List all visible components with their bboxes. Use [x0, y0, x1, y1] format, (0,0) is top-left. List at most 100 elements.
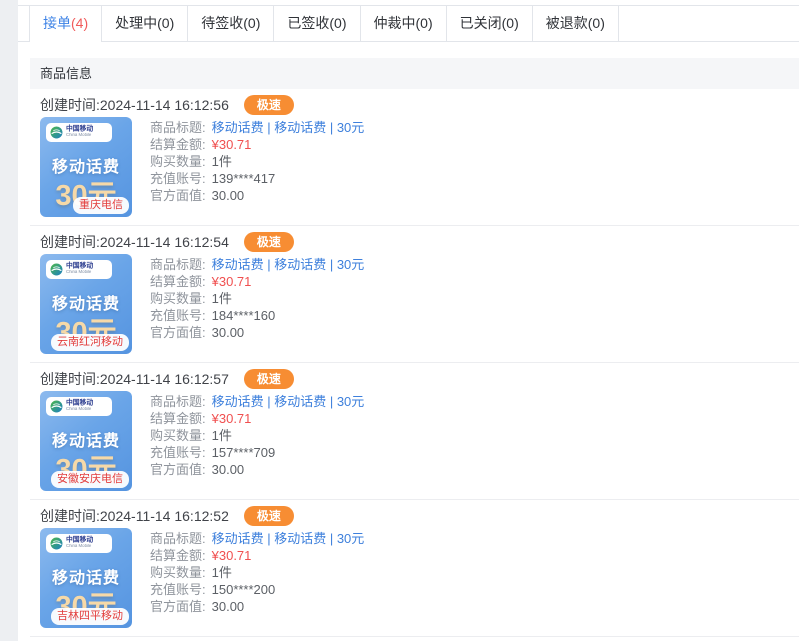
- status-tab[interactable]: 仲裁中(0): [361, 6, 447, 41]
- speed-badge: 极速: [244, 95, 294, 115]
- detail-row-quantity: 购买数量: 1件: [150, 565, 364, 581]
- tab-label: 仲裁中: [374, 15, 416, 31]
- detail-row-amount: 结算金额: ¥30.71: [150, 137, 364, 153]
- face-value: 30.00: [212, 325, 245, 341]
- detail-row-quantity: 购买数量: 1件: [150, 291, 364, 307]
- status-tab[interactable]: 处理中(0): [102, 6, 188, 41]
- detail-row-account: 充值账号: 157****709: [150, 445, 364, 461]
- detail-row-amount: 结算金额: ¥30.71: [150, 411, 364, 427]
- recharge-account-value: 139****417: [212, 171, 276, 187]
- brand-text: 中国移动 China Mobile: [66, 125, 107, 140]
- product-title-link[interactable]: 移动话费 | 移动话费 | 30元: [212, 257, 365, 273]
- order-created-time: 创建时间:2024-11-14 16:12:52: [40, 506, 229, 526]
- tab-count: (0): [243, 15, 260, 31]
- order-row: 创建时间:2024-11-14 16:12:57 极速: [30, 363, 799, 500]
- product-card[interactable]: 中国移动 China Mobile 移动话费 30元 吉林四平移动: [40, 528, 132, 628]
- label-quantity: 购买数量:: [150, 565, 206, 581]
- label-face-value: 官方面值:: [150, 599, 206, 615]
- brand-name-cn: 中国移动: [66, 400, 101, 407]
- status-tab[interactable]: 被退款(0): [533, 6, 619, 41]
- order-time-row: 创建时间:2024-11-14 16:12:52 极速: [40, 507, 799, 525]
- order-time-row: 创建时间:2024-11-14 16:12:54 极速: [40, 233, 799, 251]
- card-region-tag: 重庆电信: [73, 197, 129, 214]
- face-value: 30.00: [212, 462, 245, 478]
- speed-badge: 极速: [244, 232, 294, 252]
- detail-row-face-value: 官方面值: 30.00: [150, 462, 364, 478]
- label-face-value: 官方面值:: [150, 188, 206, 204]
- product-card[interactable]: 中国移动 China Mobile 移动话费 30元 安徽安庆电信: [40, 391, 132, 491]
- status-tab[interactable]: 接单(4): [29, 6, 102, 42]
- quantity-value: 1件: [212, 565, 232, 581]
- detail-row-quantity: 购买数量: 1件: [150, 154, 364, 170]
- brand-name-en: China Mobile: [66, 407, 91, 411]
- brand-name-en: China Mobile: [66, 544, 91, 548]
- label-face-value: 官方面值:: [150, 325, 206, 341]
- order-body: 中国移动 China Mobile 移动话费 30元 云南红河移动 商品标题: …: [40, 254, 799, 354]
- face-value: 30.00: [212, 188, 245, 204]
- label-settle-amount: 结算金额:: [150, 411, 206, 427]
- order-details: 商品标题: 移动话费 | 移动话费 | 30元 结算金额: ¥30.71 购买数…: [150, 254, 364, 342]
- tab-label: 已签收: [287, 15, 329, 31]
- tab-label: 待签收: [201, 15, 243, 31]
- left-gutter: [0, 0, 18, 641]
- detail-row-amount: 结算金额: ¥30.71: [150, 548, 364, 564]
- quantity-value: 1件: [212, 154, 232, 170]
- tab-count: (4): [71, 15, 88, 31]
- tab-count: (0): [157, 15, 174, 31]
- label-quantity: 购买数量:: [150, 428, 206, 444]
- label-product-title: 商品标题:: [150, 531, 206, 547]
- detail-row-account: 充值账号: 139****417: [150, 171, 364, 187]
- label-recharge-account: 充值账号:: [150, 445, 206, 461]
- label-settle-amount: 结算金额:: [150, 274, 206, 290]
- recharge-account-value: 150****200: [212, 582, 276, 598]
- detail-row-title: 商品标题: 移动话费 | 移动话费 | 30元: [150, 120, 364, 136]
- order-created-time: 创建时间:2024-11-14 16:12:54: [40, 232, 229, 252]
- label-settle-amount: 结算金额:: [150, 548, 206, 564]
- order-body: 中国移动 China Mobile 移动话费 30元 重庆电信 商品标题: 移动…: [40, 117, 799, 217]
- product-title-link[interactable]: 移动话费 | 移动话费 | 30元: [212, 394, 365, 410]
- label-product-title: 商品标题:: [150, 120, 206, 136]
- recharge-account-value: 184****160: [212, 308, 276, 324]
- china-mobile-brand-pill: 中国移动 China Mobile: [46, 260, 112, 279]
- detail-row-face-value: 官方面值: 30.00: [150, 188, 364, 204]
- tab-count: (0): [588, 15, 605, 31]
- label-recharge-account: 充值账号:: [150, 582, 206, 598]
- detail-row-quantity: 购买数量: 1件: [150, 428, 364, 444]
- tab-label: 被退款: [546, 15, 588, 31]
- main-panel: 接单(4) 处理中(0) 待签收(0) 已签收(0) 仲裁中(0) 已关闭(0)…: [18, 0, 799, 641]
- tab-count: (0): [502, 15, 519, 31]
- china-mobile-logo-icon: [50, 537, 63, 550]
- tab-label: 已关闭: [460, 15, 502, 31]
- label-product-title: 商品标题:: [150, 394, 206, 410]
- status-tab[interactable]: 待签收(0): [188, 6, 274, 41]
- brand-name-cn: 中国移动: [66, 537, 101, 544]
- brand-name-cn: 中国移动: [66, 263, 101, 270]
- label-product-title: 商品标题:: [150, 257, 206, 273]
- label-settle-amount: 结算金额:: [150, 137, 206, 153]
- product-title-link[interactable]: 移动话费 | 移动话费 | 30元: [212, 531, 365, 547]
- detail-row-account: 充值账号: 150****200: [150, 582, 364, 598]
- china-mobile-logo-icon: [50, 263, 63, 276]
- status-tab[interactable]: 已关闭(0): [447, 6, 533, 41]
- orders-list: 创建时间:2024-11-14 16:12:56 极速: [30, 89, 799, 637]
- product-card[interactable]: 中国移动 China Mobile 移动话费 30元 重庆电信: [40, 117, 132, 217]
- detail-row-face-value: 官方面值: 30.00: [150, 325, 364, 341]
- speed-badge: 极速: [244, 506, 294, 526]
- order-details: 商品标题: 移动话费 | 移动话费 | 30元 结算金额: ¥30.71 购买数…: [150, 117, 364, 205]
- china-mobile-brand-pill: 中国移动 China Mobile: [46, 397, 112, 416]
- china-mobile-logo-icon: [50, 126, 63, 139]
- status-tab[interactable]: 已签收(0): [274, 6, 360, 41]
- recharge-account-value: 157****709: [212, 445, 276, 461]
- label-recharge-account: 充值账号:: [150, 171, 206, 187]
- order-body: 中国移动 China Mobile 移动话费 30元 安徽安庆电信 商品标题: …: [40, 391, 799, 491]
- product-card[interactable]: 中国移动 China Mobile 移动话费 30元 云南红河移动: [40, 254, 132, 354]
- table-header-product-info: 商品信息: [30, 58, 799, 89]
- tab-label: 处理中: [115, 15, 157, 31]
- brand-name-en: China Mobile: [66, 270, 91, 274]
- product-title-link[interactable]: 移动话费 | 移动话费 | 30元: [212, 120, 365, 136]
- brand-text: 中国移动 China Mobile: [66, 262, 107, 277]
- order-created-time: 创建时间:2024-11-14 16:12:56: [40, 95, 229, 115]
- label-quantity: 购买数量:: [150, 291, 206, 307]
- settle-amount-value: ¥30.71: [212, 411, 252, 427]
- brand-text: 中国移动 China Mobile: [66, 536, 107, 551]
